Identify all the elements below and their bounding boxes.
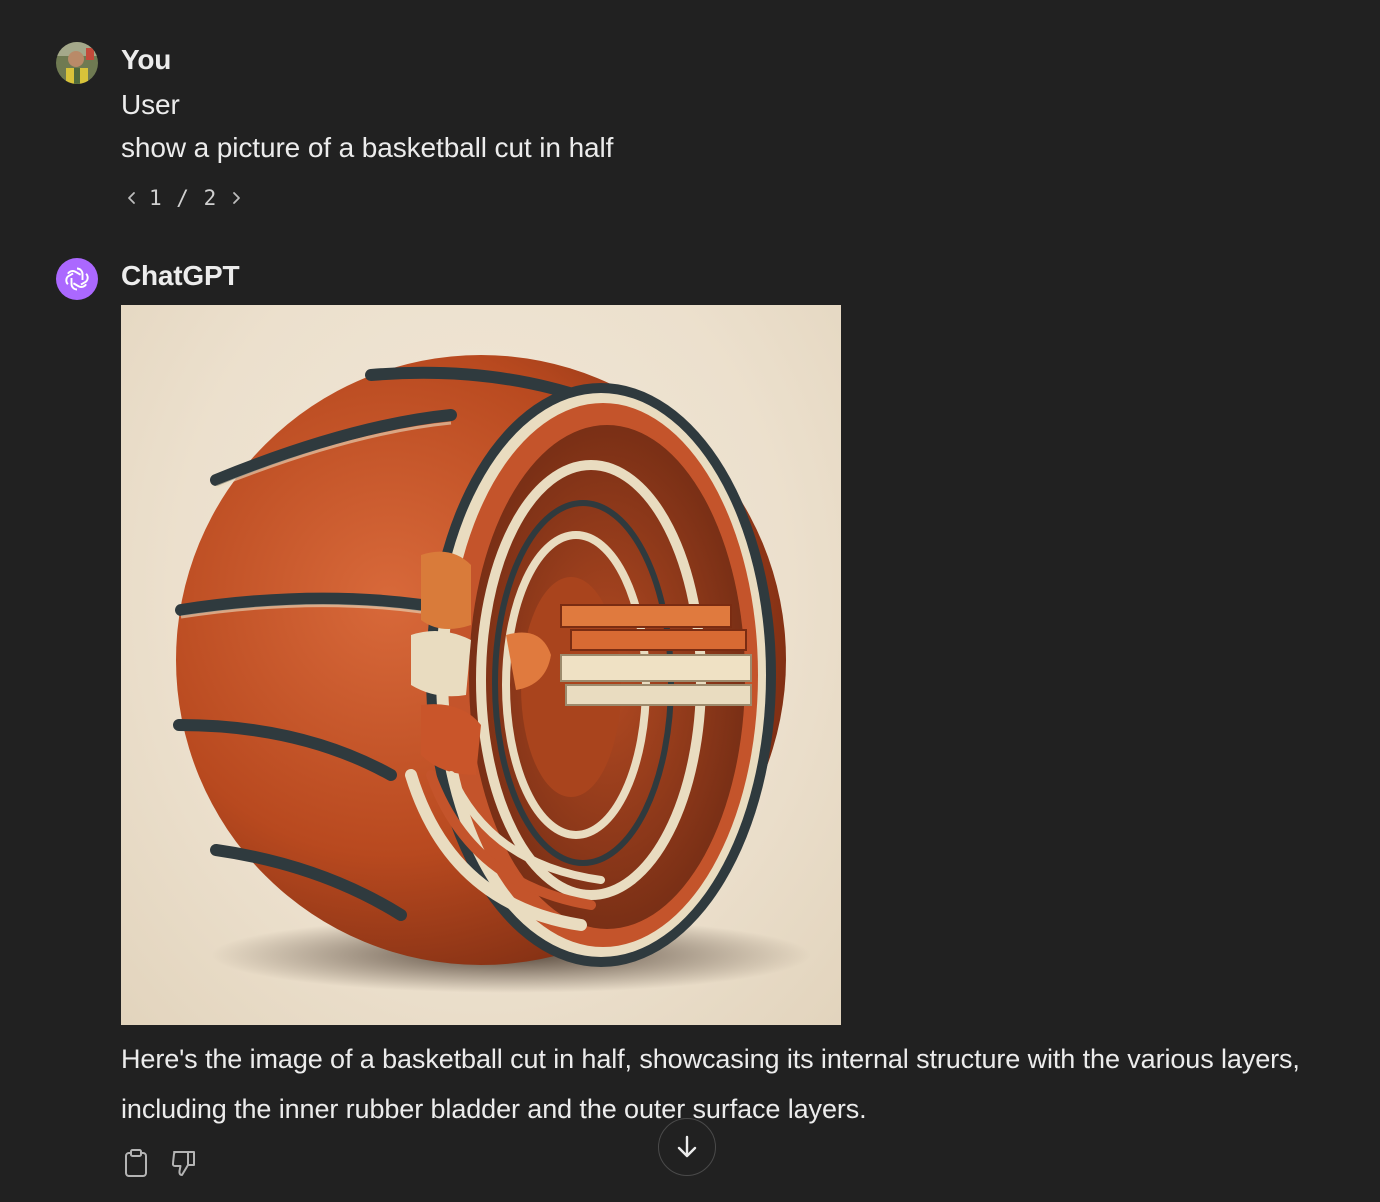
thumbs-down-button[interactable] — [169, 1146, 199, 1180]
assistant-author-name: ChatGPT — [121, 260, 240, 291]
chevron-left-icon[interactable] — [121, 187, 143, 209]
user-message-line: User — [121, 89, 180, 120]
generated-image[interactable] — [121, 305, 841, 1025]
chat-page: You User show a picture of a basketball … — [0, 0, 1380, 1202]
user-author-name: You — [121, 44, 172, 75]
chatgpt-avatar — [56, 258, 98, 300]
basketball-cut-in-half-illustration — [173, 355, 811, 993]
assistant-reply-text: Here's the image of a basketball cut in … — [121, 1044, 1300, 1124]
message-actions — [121, 1146, 199, 1180]
user-avatar-photo-icon — [56, 42, 98, 84]
openai-logo-icon — [65, 267, 89, 291]
message-version-pager: 1 / 2 — [121, 186, 247, 210]
thumbs-down-icon — [171, 1151, 195, 1176]
copy-button[interactable] — [121, 1146, 151, 1180]
user-message-line: show a picture of a basketball cut in ha… — [121, 132, 614, 163]
scroll-to-bottom-button[interactable] — [658, 1118, 716, 1176]
chevron-right-icon[interactable] — [225, 187, 247, 209]
arrow-down-icon — [677, 1135, 697, 1158]
clipboard-icon — [125, 1149, 147, 1177]
version-count: 1 / 2 — [149, 186, 218, 210]
user-avatar[interactable] — [56, 42, 98, 84]
